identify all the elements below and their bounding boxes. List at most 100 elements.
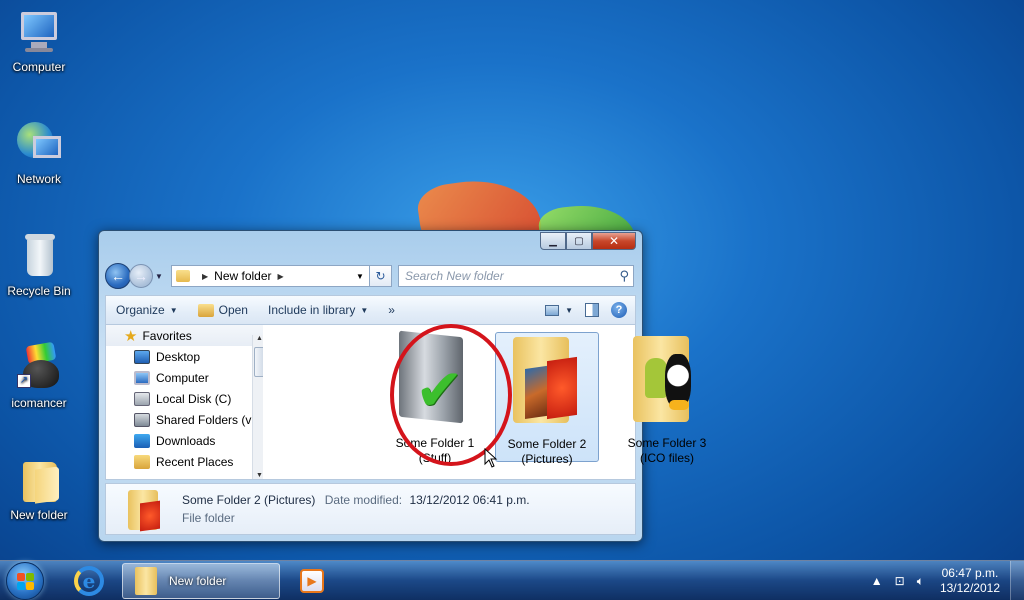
minimize-button[interactable]: ▁ (540, 232, 566, 250)
highlight-circle (390, 324, 512, 466)
organize-button[interactable]: Organize ▼ (106, 296, 188, 324)
address-bar[interactable]: ▶ New folder ▶ ▼ (171, 265, 370, 287)
address-dropdown-icon[interactable]: ▼ (351, 272, 369, 281)
breadcrumb-separator-icon[interactable]: ▶ (202, 272, 208, 281)
nav-item-favorites[interactable]: ★ Favorites (106, 325, 263, 346)
nav-label: Desktop (156, 349, 201, 364)
windows-flag-icon (17, 573, 35, 591)
refresh-button[interactable]: ↻ (370, 265, 392, 287)
file-name-line2: (Pictures) (521, 452, 573, 466)
desktop-icon-computer[interactable]: Computer (0, 8, 78, 74)
nav-label: Local Disk (C) (156, 391, 232, 406)
more-label: » (388, 303, 395, 317)
desktop-icon-label: icomancer (11, 396, 67, 410)
desktop-icon-new-folder[interactable]: New folder (0, 456, 78, 522)
details-file-name: Some Folder 2 (Pictures) (182, 493, 316, 507)
open-button[interactable]: Open (188, 296, 258, 324)
breadcrumb-separator-icon[interactable]: ▶ (278, 272, 284, 281)
file-name-line1: Some Folder 3 (627, 436, 707, 450)
taskbar-explorer-new-folder[interactable]: New folder (122, 563, 280, 599)
nav-item-desktop[interactable]: Desktop (106, 346, 263, 367)
back-button[interactable]: ← (105, 263, 131, 289)
nav-item-local-disk[interactable]: Local Disk (C) (106, 388, 263, 409)
media-player-icon: ▶ (300, 569, 324, 593)
window-controls: ▁ ▢ ✕ (540, 232, 636, 250)
details-file-info: Some Folder 2 (Pictures) Date modified: … (182, 493, 530, 507)
taskbar-internet-explorer[interactable]: e (64, 563, 114, 599)
taskbar: e New folder ▶ ▲ ⊡ 🔈︎ 06:47 p.m. 13/12/2… (0, 560, 1024, 600)
clock-time: 06:47 p.m. (941, 566, 999, 580)
volume-icon[interactable]: 🔈︎ (917, 574, 924, 589)
include-label: Include in library (267, 303, 356, 317)
change-view-button[interactable]: ▼ (545, 304, 573, 316)
folder-icon (15, 456, 63, 504)
help-icon[interactable]: ? (611, 302, 627, 318)
desktop-icon-label: Computer (12, 60, 66, 74)
desktop-icon-label: Network (16, 172, 61, 186)
details-date-value: 13/12/2012 06:41 p.m. (409, 493, 530, 507)
nav-item-shared-folders[interactable]: Shared Folders (v (106, 409, 263, 430)
breadcrumb-item[interactable]: New folder (214, 269, 271, 283)
taskbar-media-player[interactable]: ▶ (290, 563, 334, 599)
search-icon[interactable]: ⚲ (619, 268, 629, 284)
chevron-down-icon: ▼ (360, 305, 369, 315)
command-bar: Organize ▼ Open Include in library ▼ » ▼… (105, 295, 636, 325)
show-hidden-icons-icon[interactable]: ▲ (871, 574, 883, 588)
explorer-window[interactable]: ▁ ▢ ✕ ← → ▼ ▶ New folder ▶ ▼ ↻ Search Ne… (98, 230, 706, 542)
recent-pages-dropdown[interactable]: ▼ (155, 272, 165, 281)
maximize-button[interactable]: ▢ (566, 232, 592, 250)
recent-places-icon (134, 454, 150, 469)
folder-icon (135, 567, 157, 595)
desktop-icon-label: Recycle Bin (7, 284, 71, 298)
file-item-some-folder-3[interactable]: Some Folder 3 (ICO files) (615, 332, 719, 465)
network-status-icon[interactable]: ⊡ (895, 574, 905, 588)
nav-label: Shared Folders (v (156, 412, 252, 427)
navigation-pane: ★ Favorites Desktop Computer Local Disk … (105, 325, 263, 480)
navigation-row: ← → ▼ ▶ New folder ▶ ▼ ↻ Search New fold… (105, 263, 634, 289)
nav-item-computer[interactable]: Computer (106, 367, 263, 388)
include-in-library-button[interactable]: Include in library ▼ (258, 296, 378, 324)
desktop-icon-network[interactable]: Network (0, 120, 78, 186)
desktop-icon-recycle-bin[interactable]: Recycle Bin (0, 232, 78, 298)
recycle-bin-icon (15, 232, 63, 280)
show-desktop-button[interactable] (1010, 561, 1024, 600)
file-name-line1: Some Folder 2 (507, 437, 587, 451)
nav-scrollbar[interactable]: ▲ ▼ (252, 335, 263, 479)
close-button[interactable]: ✕ (592, 232, 636, 250)
scroll-up-icon[interactable]: ▲ (253, 335, 263, 342)
mouse-cursor-icon (484, 447, 498, 471)
desktop-icon-icomancer[interactable]: ↗ icomancer (0, 341, 78, 410)
network-icon (15, 120, 63, 168)
hard-disk-icon (134, 391, 150, 406)
scroll-down-icon[interactable]: ▼ (253, 472, 263, 479)
preview-pane-icon[interactable] (585, 303, 599, 317)
chevron-down-icon: ▼ (169, 305, 178, 315)
pictures-folder-icon (126, 488, 162, 532)
network-drive-icon (134, 412, 150, 427)
more-commands-button[interactable]: » (378, 296, 405, 324)
open-label: Open (218, 303, 248, 317)
view-controls: ▼ ? (545, 302, 635, 318)
details-file-type: File folder (182, 511, 235, 525)
chevron-down-icon: ▼ (565, 305, 573, 315)
nav-item-recent-places[interactable]: Recent Places (106, 451, 263, 472)
icomancer-cauldron-icon: ↗ (15, 341, 63, 392)
system-tray: ▲ ⊡ 🔈︎ 06:47 p.m. 13/12/2012 (865, 561, 1024, 600)
organize-label: Organize (116, 303, 165, 317)
ico-files-folder-icon (625, 332, 709, 430)
desktop-icon (134, 349, 150, 364)
search-box[interactable]: Search New folder ⚲ (398, 265, 634, 287)
nav-label: Downloads (156, 433, 216, 448)
scroll-thumb[interactable] (254, 347, 263, 377)
desktop-icon-label: New folder (10, 508, 68, 522)
view-icon (545, 304, 560, 316)
computer-icon (15, 8, 63, 56)
forward-button[interactable]: → (129, 264, 153, 288)
clock[interactable]: 06:47 p.m. 13/12/2012 (940, 566, 1000, 596)
nav-item-downloads[interactable]: Downloads (106, 430, 263, 451)
clock-date: 13/12/2012 (939, 581, 1000, 595)
file-name-line2: (ICO files) (640, 451, 694, 465)
start-button[interactable] (6, 562, 44, 600)
pictures-folder-icon (505, 333, 589, 431)
search-input[interactable]: Search New folder (405, 269, 504, 283)
